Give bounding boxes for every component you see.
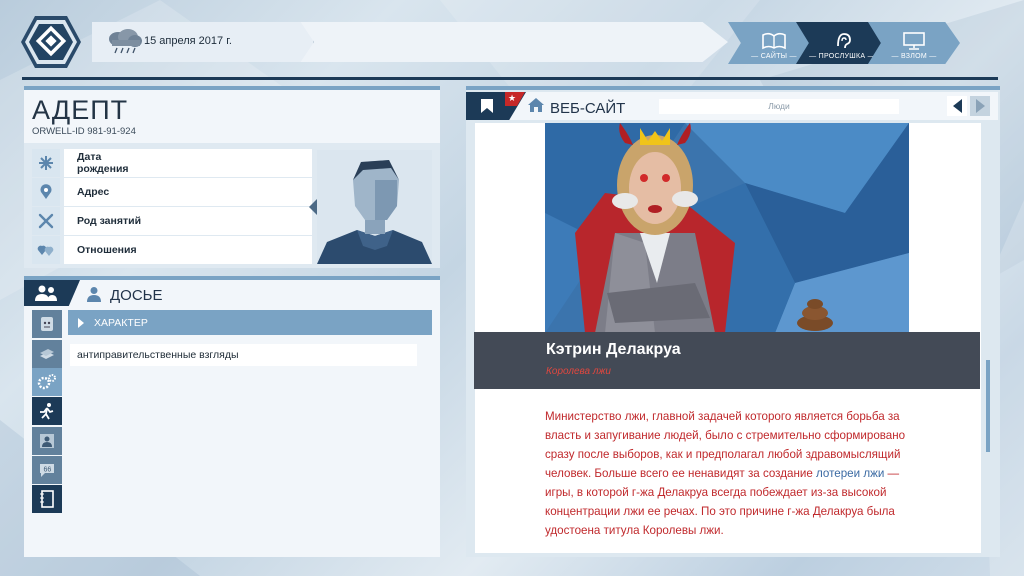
- field-address-label: Адрес: [64, 178, 312, 206]
- arrow-left-icon: [952, 99, 962, 113]
- asterisk-icon: [32, 149, 60, 177]
- website-title: ВЕБ-САЙТ: [550, 100, 626, 117]
- arrow-right-icon: [975, 99, 985, 113]
- people-icon: [35, 285, 57, 301]
- cloud-rain-icon: [109, 29, 142, 54]
- current-date: 15 апреля 2017 г.: [144, 35, 232, 47]
- field-occupation[interactable]: Род занятий: [32, 207, 312, 235]
- nav-wiretap-label: — ПРОСЛУШКА —: [809, 53, 875, 60]
- person-title: Королева лжи: [546, 366, 611, 377]
- tools-icon: [32, 207, 60, 235]
- orwell-id: ORWELL-ID 981-91-924: [32, 126, 136, 137]
- tab-activity[interactable]: [32, 397, 62, 425]
- nav-hack-button[interactable]: — ВЗЛОМ —: [868, 22, 960, 64]
- quote-bubble-icon: 66: [40, 464, 54, 477]
- field-address[interactable]: Адрес: [32, 178, 312, 206]
- gears-icon: [37, 374, 56, 390]
- content-scrollbar[interactable]: [986, 360, 990, 452]
- tab-messages[interactable]: 66: [32, 456, 62, 484]
- user-card-icon: [40, 434, 54, 448]
- website-accent: [466, 86, 1000, 90]
- book-icon: [762, 32, 786, 50]
- profile-avatar: [317, 150, 432, 264]
- person-icon: [87, 287, 101, 302]
- dossier-accent: [24, 276, 440, 280]
- tab-profile[interactable]: [32, 427, 62, 455]
- lottery-link[interactable]: лотереи лжи: [816, 467, 884, 480]
- field-relations[interactable]: Отношения: [32, 236, 312, 264]
- profile-name: АДЕПТ: [32, 95, 129, 125]
- tab-notes[interactable]: [32, 485, 62, 513]
- field-relations-label: Отношения: [64, 236, 312, 264]
- article-text: Министерство лжи, главной задачей которо…: [545, 407, 925, 540]
- hero-image: [545, 123, 909, 333]
- notebook-icon: [40, 490, 54, 508]
- tab-character[interactable]: [32, 368, 62, 396]
- bookmark-icon: [481, 99, 493, 113]
- dossier-title: ДОСЬЕ: [110, 287, 163, 304]
- back-button[interactable]: [947, 96, 967, 116]
- person-name: Кэтрин Делакруа: [546, 341, 681, 358]
- tab-books[interactable]: [32, 340, 62, 368]
- expand-arrow-icon: [78, 318, 84, 328]
- category-character-header[interactable]: ХАРАКТЕР: [68, 310, 432, 335]
- forward-button[interactable]: [970, 96, 990, 116]
- books-icon: [40, 349, 54, 359]
- nav-hack-label: — ВЗЛОМ —: [891, 53, 937, 60]
- people-search-input[interactable]: Люди: [659, 99, 899, 114]
- monitor-icon: [903, 32, 925, 50]
- ear-icon: [837, 33, 851, 49]
- field-birthdate-label: Дата рождения: [64, 149, 136, 177]
- orwell-logo[interactable]: [20, 14, 82, 70]
- field-occupation-label: Род занятий: [64, 207, 312, 235]
- header-divider: [22, 77, 998, 80]
- tab-face[interactable]: [32, 310, 62, 338]
- nav-sites-label: — САЙТЫ —: [751, 53, 797, 60]
- dossier-entry[interactable]: антиправительственные взгляды: [70, 344, 417, 366]
- location-pin-icon: [32, 178, 60, 206]
- running-icon: [40, 403, 54, 420]
- hearts-icon: [32, 236, 60, 264]
- home-icon[interactable]: [527, 97, 545, 113]
- category-label: ХАРАКТЕР: [94, 316, 148, 329]
- profile-accent: [24, 86, 440, 90]
- field-birthdate[interactable]: Дата рождения: [32, 149, 312, 177]
- face-icon: [41, 317, 53, 331]
- svg-text:66: 66: [44, 467, 52, 474]
- collapse-arrow-icon[interactable]: [309, 199, 317, 215]
